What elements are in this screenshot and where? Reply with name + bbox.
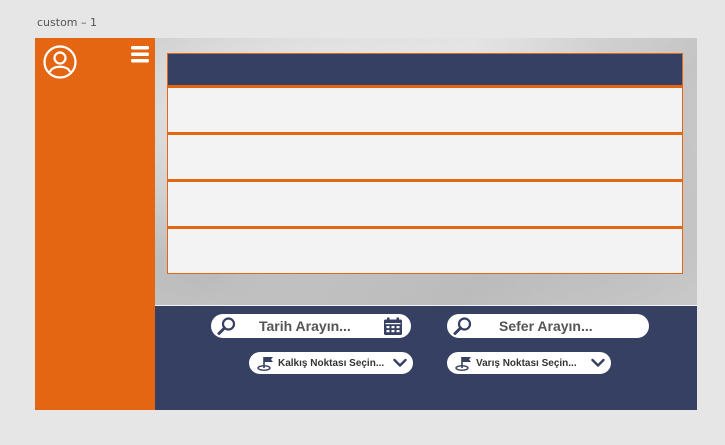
search-panel: Tarih Arayın... Sefer Arayın... Kalkış N…	[155, 306, 697, 410]
frame-title: custom – 1	[37, 16, 98, 29]
chevron-down-icon[interactable]	[393, 358, 407, 368]
date-search-placeholder: Tarih Arayın...	[259, 318, 351, 334]
chevron-down-icon[interactable]	[591, 358, 605, 368]
user-avatar-icon[interactable]	[43, 45, 77, 79]
search-icon	[217, 316, 237, 336]
flag-icon	[455, 355, 473, 371]
hamburger-menu-icon[interactable]	[130, 44, 150, 64]
table-header	[167, 53, 683, 86]
content-area	[155, 38, 697, 307]
departure-select[interactable]: Kalkış Noktası Seçin...	[249, 352, 413, 374]
trip-search-input[interactable]: Sefer Arayın...	[447, 314, 649, 338]
table-row[interactable]	[167, 227, 683, 274]
calendar-icon[interactable]	[383, 317, 403, 336]
table-row[interactable]	[167, 86, 683, 133]
sidebar	[35, 38, 155, 410]
flag-icon	[257, 355, 275, 371]
table-row[interactable]	[167, 133, 683, 180]
trip-search-placeholder: Sefer Arayın...	[499, 318, 593, 334]
app-window: Tarih Arayın... Sefer Arayın... Kalkış N…	[35, 38, 697, 410]
arrival-label: Varış Noktası Seçin...	[476, 357, 577, 369]
departure-label: Kalkış Noktası Seçin...	[278, 357, 385, 369]
trips-table	[167, 53, 683, 274]
arrival-select[interactable]: Varış Noktası Seçin...	[447, 352, 611, 374]
table-row[interactable]	[167, 180, 683, 227]
date-search-input[interactable]: Tarih Arayın...	[211, 314, 411, 338]
search-icon	[453, 316, 473, 336]
